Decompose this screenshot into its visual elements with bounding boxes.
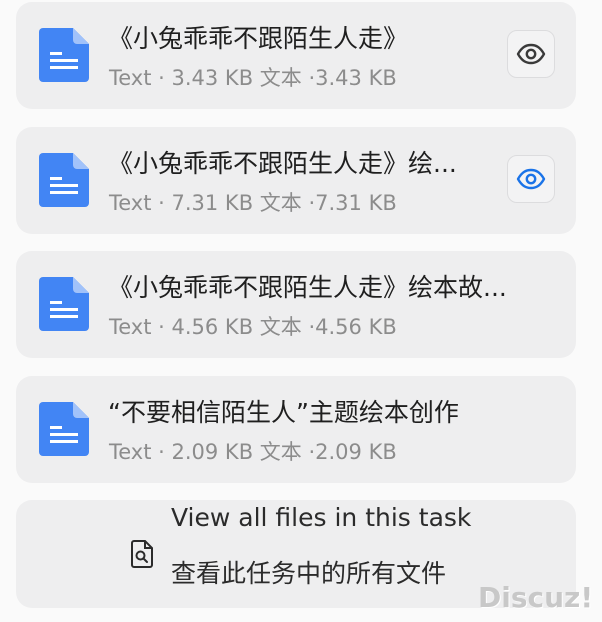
file-meta: Text · 3.43 KB 文本 ·3.43 KB [109,66,397,90]
file-title: 《小兔乖乖不跟陌生人走》绘... [108,149,457,178]
preview-button[interactable] [507,30,555,78]
file-meta: Text · 2.09 KB 文本 ·2.09 KB [109,440,397,464]
file-meta: Text · 7.31 KB 文本 ·7.31 KB [109,191,397,215]
preview-button[interactable] [507,155,555,203]
document-icon [39,402,89,456]
file-search-icon [131,540,153,568]
file-card[interactable]: “不要相信陌生人”主题绘本创作 Text · 2.09 KB 文本 ·2.09 … [16,376,576,483]
file-card[interactable]: 《小兔乖乖不跟陌生人走》 Text · 3.43 KB 文本 ·3.43 KB [16,2,576,109]
task-files-panel: 《小兔乖乖不跟陌生人走》 Text · 3.43 KB 文本 ·3.43 KB … [0,0,602,622]
eye-icon [516,43,546,65]
file-card[interactable]: 《小兔乖乖不跟陌生人走》绘本故... Text · 4.56 KB 文本 ·4.… [16,251,576,358]
file-title: 《小兔乖乖不跟陌生人走》 [108,24,409,53]
document-icon [39,153,89,207]
watermark-logo: Discuz! [478,581,594,614]
document-icon [39,277,89,331]
eye-icon [516,168,546,190]
file-card[interactable]: 《小兔乖乖不跟陌生人走》绘... Text · 7.31 KB 文本 ·7.31… [16,127,576,234]
view-all-label-zh: 查看此任务中的所有文件 [171,559,447,588]
file-title: “不要相信陌生人”主题绘本创作 [108,398,459,427]
document-icon [39,28,89,82]
view-all-label-en: View all files in this task [171,503,472,532]
file-title: 《小兔乖乖不跟陌生人走》绘本故... [108,273,507,302]
file-meta: Text · 4.56 KB 文本 ·4.56 KB [109,315,397,339]
